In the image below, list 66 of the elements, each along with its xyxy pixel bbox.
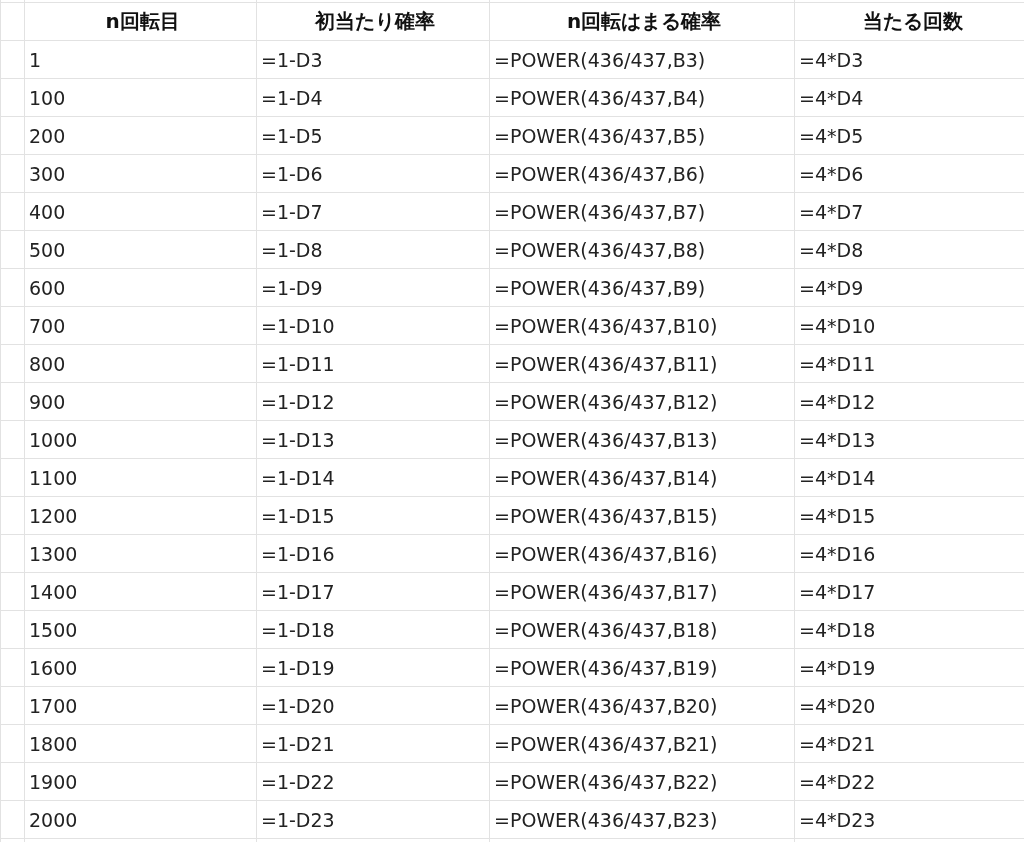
- table-cell: =1-D13: [256, 420, 490, 459]
- table-cell: 1300: [24, 534, 257, 573]
- table-cell: 1100: [24, 458, 257, 497]
- table-cell: 1: [24, 40, 257, 79]
- table-cell: =1-D11: [256, 344, 490, 383]
- table-cell: 1600: [24, 648, 257, 687]
- column-header: n回転目: [24, 2, 257, 41]
- table-cell: =1-D10: [256, 306, 490, 345]
- table-cell: 100: [24, 78, 257, 117]
- table-cell: =1-D12: [256, 382, 490, 421]
- table-cell: =1-D23: [256, 800, 490, 839]
- table-cell: =1-D3: [256, 40, 490, 79]
- table-cell: =POWER(436/437,B8): [489, 230, 795, 269]
- table-cell: 1800: [24, 724, 257, 763]
- table-cell: =POWER(436/437,B4): [489, 78, 795, 117]
- table-cell: =POWER(436/437,B5): [489, 116, 795, 155]
- table-cell: =POWER(436/437,B14): [489, 458, 795, 497]
- table-cell: 1700: [24, 686, 257, 725]
- table-cell: =1-D15: [256, 496, 490, 535]
- table-cell: =POWER(436/437,B6): [489, 154, 795, 193]
- table-cell: =1-D14: [256, 458, 490, 497]
- table-cell: =1-D9: [256, 268, 490, 307]
- table-cell: =1-D4: [256, 78, 490, 117]
- table-cell: 800: [24, 344, 257, 383]
- table-cell: =1-D6: [256, 154, 490, 193]
- table-cell: =POWER(436/437,B21): [489, 724, 795, 763]
- table-cell: =POWER(436/437,B19): [489, 648, 795, 687]
- table-cell: =POWER(436/437,B7): [489, 192, 795, 231]
- table-cell: =POWER(436/437,B10): [489, 306, 795, 345]
- table-cell: =POWER(436/437,B3): [489, 40, 795, 79]
- table-cell: 1500: [24, 610, 257, 649]
- table-cell: =POWER(436/437,B15): [489, 496, 795, 535]
- table-cell: =POWER(436/437,B16): [489, 534, 795, 573]
- table-cell: =1-D21: [256, 724, 490, 763]
- table-cell: 700: [24, 306, 257, 345]
- table-cell: =POWER(436/437,B22): [489, 762, 795, 801]
- table-cell: 600: [24, 268, 257, 307]
- table-cell: 1400: [24, 572, 257, 611]
- table-cell: =POWER(436/437,B17): [489, 572, 795, 611]
- table-cell: 400: [24, 192, 257, 231]
- table-cell: 1200: [24, 496, 257, 535]
- table-cell: =POWER(436/437,B11): [489, 344, 795, 383]
- table-cell: 2000: [24, 800, 257, 839]
- column-header: 初当たり確率: [256, 2, 490, 41]
- table-cell: =1-D19: [256, 648, 490, 687]
- table-cell: =POWER(436/437,B13): [489, 420, 795, 459]
- table-cell: 300: [24, 154, 257, 193]
- table-cell: =1-D22: [256, 762, 490, 801]
- table-cell: =POWER(436/437,B23): [489, 800, 795, 839]
- table-cell: =POWER(436/437,B12): [489, 382, 795, 421]
- table-cell: =1-D18: [256, 610, 490, 649]
- table-cell: 1900: [24, 762, 257, 801]
- table-cell: =1-D5: [256, 116, 490, 155]
- table-cell: =1-D20: [256, 686, 490, 725]
- table-cell: =POWER(436/437,B18): [489, 610, 795, 649]
- column-header: n回転はまる確率: [489, 2, 795, 41]
- table-cell: 900: [24, 382, 257, 421]
- table-cell: =1-D17: [256, 572, 490, 611]
- table-cell: =1-D16: [256, 534, 490, 573]
- table-cell: =POWER(436/437,B20): [489, 686, 795, 725]
- table-cell: =1-D8: [256, 230, 490, 269]
- table-cell: =1-D7: [256, 192, 490, 231]
- table-cell: =POWER(436/437,B9): [489, 268, 795, 307]
- table-cell: 200: [24, 116, 257, 155]
- table-cell: 500: [24, 230, 257, 269]
- table-cell: 1000: [24, 420, 257, 459]
